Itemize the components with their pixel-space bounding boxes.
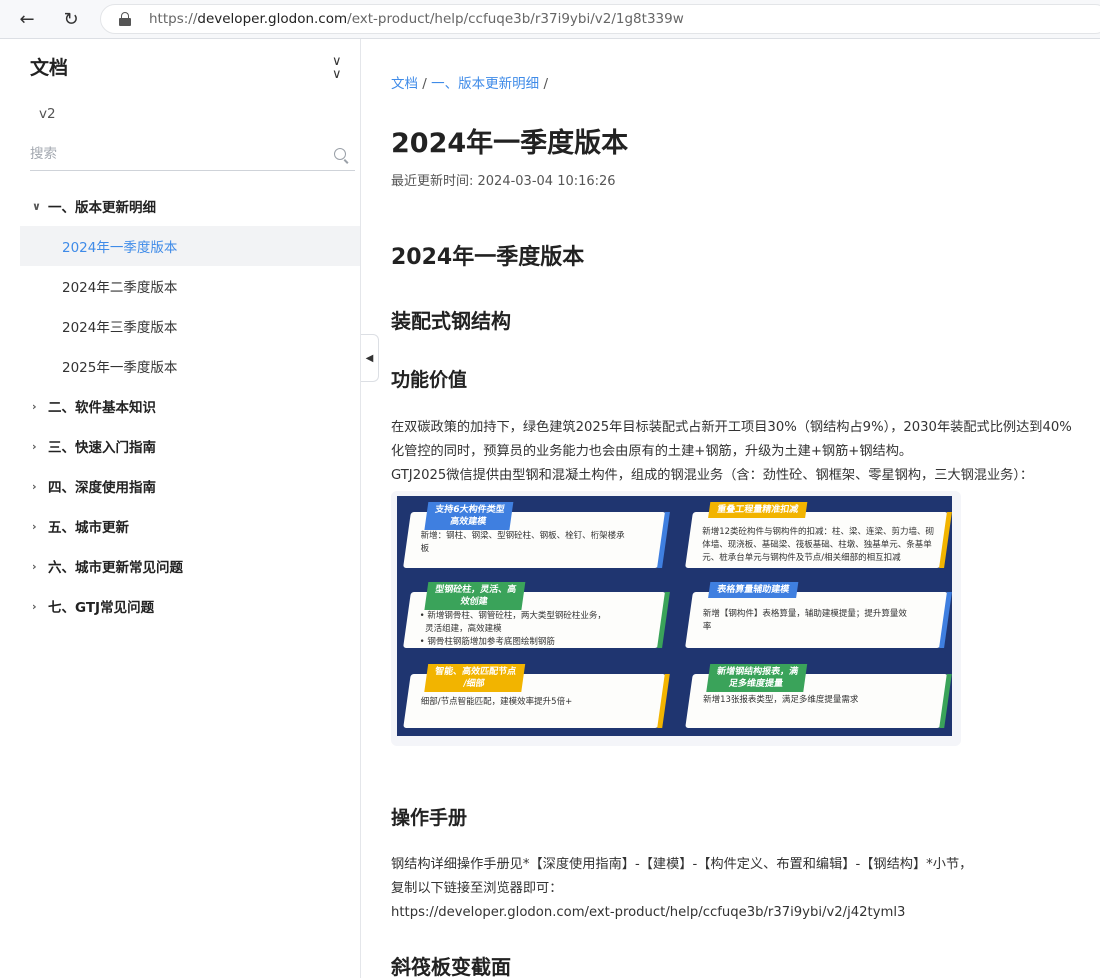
docs-sidebar: 文档 ∨∨ v2 ∨ 一、版本更新明细 2024年一季度版本 2024年二季度版…	[0, 39, 361, 978]
doc-tree: ∨ 一、版本更新明细 2024年一季度版本 2024年二季度版本 2024年三季…	[20, 186, 360, 626]
chevron-right-icon: ›	[32, 599, 37, 613]
tree-item-urban-renewal[interactable]: › 五、城市更新	[20, 506, 360, 546]
breadcrumb-separator: /	[422, 76, 427, 92]
chevron-right-icon: ›	[32, 399, 37, 413]
address-bar[interactable]: https://developer.glodon.com/ext-product…	[100, 4, 1100, 34]
card-accent	[657, 674, 670, 728]
tree-item-label: 二、软件基本知识	[48, 400, 156, 416]
page-title: 2024年一季度版本	[391, 128, 629, 159]
feature-card: 支持6大构件类型 高效建模 新增：钢柱、钢梁、型钢砼柱、钢板、栓钉、桁架楼承 板	[403, 502, 670, 568]
reload-icon[interactable]: ↻	[58, 6, 84, 32]
card-text: 新增：钢柱、钢梁、型钢砼柱、钢板、栓钉、桁架楼承 板	[420, 531, 625, 554]
card-accent	[939, 592, 952, 648]
chevron-right-icon: ›	[32, 559, 37, 573]
tree-item-2024-q1[interactable]: 2024年一季度版本	[20, 226, 360, 266]
tree-item-label: 一、版本更新明细	[48, 200, 156, 216]
chevron-down-icon: ∨	[32, 199, 41, 213]
feature-card: 表格算量辅助建模新增【钢构件】表格算量，辅助建模提量；提升算量效 率	[685, 582, 952, 648]
tree-item-label: 2025年一季度版本	[62, 360, 178, 376]
double-chevron-down-icon[interactable]: ∨ ∨	[332, 55, 342, 81]
feature-card: 型钢砼柱，灵活、高 效创建 • 新增钢骨柱、钢管砼柱，两大类型钢砼柱业务， 灵活组…	[403, 582, 670, 648]
card-tag: 型钢砼柱，灵活、高 效创建	[424, 582, 526, 610]
tree-item-label: 2024年二季度版本	[62, 280, 178, 296]
feature-figure: 支持6大构件类型 高效建模 新增：钢柱、钢梁、型钢砼柱、钢板、栓钉、桁架楼承 板重…	[391, 491, 961, 746]
caret-left-icon: ◀	[365, 352, 374, 364]
sidebar-search	[30, 139, 355, 171]
tree-item-urban-faq[interactable]: › 六、城市更新常见问题	[20, 546, 360, 586]
card-text: 新增【钢构件】表格算量，辅助建模提量；提升算量效 率	[702, 609, 907, 632]
search-input[interactable]	[30, 139, 320, 169]
card-accent	[657, 592, 670, 648]
breadcrumb-separator: /	[543, 76, 549, 92]
card-tag: 智能、高效匹配节点 /细部	[424, 664, 526, 692]
search-icon[interactable]	[334, 148, 346, 160]
breadcrumb: 文档 / 一、版本更新明细 /	[391, 72, 548, 92]
paragraph-line: 钢结构详细操作手册见*【深度使用指南】-【建模】-【构件定义、布置和编辑】-【钢…	[391, 857, 973, 872]
subsubsection-heading: 功能价值	[391, 369, 468, 391]
paragraph-line: GTJ2025微信提供由型钢和混凝土构件，组成的钢混业务（含：劲性砼、钢框架、零…	[391, 468, 1034, 483]
card-tag: 重叠工程量精准扣减	[708, 502, 808, 518]
tree-item-label: 三、快速入门指南	[48, 440, 156, 456]
paragraph-line: 复制以下链接至浏览器即可：	[391, 881, 563, 896]
browser-toolbar: ← ↻ https://developer.glodon.com/ext-pro…	[0, 0, 1100, 39]
tree-item-2024-q3[interactable]: 2024年三季度版本	[20, 306, 360, 346]
card-text: • 新增钢骨柱、钢管砼柱，两大类型钢砼柱业务， 灵活组建，高效建模 • 钢骨柱钢…	[419, 611, 606, 647]
breadcrumb-link-version-updates[interactable]: 一、版本更新明细	[431, 76, 539, 92]
chevron-right-icon: ›	[32, 479, 37, 493]
breadcrumb-link-docs[interactable]: 文档	[391, 76, 418, 92]
feature-card: 重叠工程量精准扣减新增12类砼构件与钢构件的扣减：柱、梁、连梁、剪力墙、砌 体墙…	[685, 502, 952, 568]
chevron-right-icon: ›	[32, 439, 37, 453]
tree-item-gtj-faq[interactable]: › 七、GTJ常见问题	[20, 586, 360, 626]
tree-item-label: 2024年一季度版本	[62, 240, 178, 256]
tree-item-version-updates[interactable]: ∨ 一、版本更新明细	[20, 186, 360, 226]
last-updated: 最近更新时间: 2024-03-04 10:16:26	[391, 174, 616, 189]
card-accent	[939, 512, 952, 568]
tree-item-quickstart[interactable]: › 三、快速入门指南	[20, 426, 360, 466]
card-accent	[939, 674, 952, 728]
tree-item-2025-q1[interactable]: 2025年一季度版本	[20, 346, 360, 386]
card-text: 新增13张报表类型，满足多维度提量需求	[703, 695, 859, 705]
tree-item-label: 四、深度使用指南	[48, 480, 156, 496]
lock-icon	[119, 12, 131, 26]
card-text: 新增12类砼构件与钢构件的扣减：柱、梁、连梁、剪力墙、砌 体墙、现浇板、基础梁、…	[702, 527, 935, 563]
card-accent	[657, 512, 670, 568]
feature-card: 智能、高效匹配节点 /细部细部/节点智能匹配，建模效率提升5倍+	[403, 664, 670, 728]
operation-manual-heading: 操作手册	[391, 807, 468, 829]
paragraph-line: 在双碳政策的加持下，绿色建筑2025年目标装配式占新开工项目30%（钢结构占9%…	[391, 420, 1072, 435]
tree-item-basics[interactable]: › 二、软件基本知识	[20, 386, 360, 426]
tree-item-label: 六、城市更新常见问题	[48, 560, 183, 576]
url-text: https://developer.glodon.com/ext-product…	[149, 11, 684, 27]
feature-card: 新增钢结构报表，满 足多维度提量新增13张报表类型，满足多维度提量需求	[685, 664, 952, 728]
tree-item-label: 五、城市更新	[48, 520, 129, 536]
version-selector[interactable]: v2	[39, 106, 56, 122]
doc-content: 文档 / 一、版本更新明细 / 2024年一季度版本 最近更新时间: 2024-…	[391, 39, 1100, 978]
sidebar-title: 文档	[30, 57, 69, 79]
subsection-heading: 装配式钢结构	[391, 309, 511, 333]
next-section-heading: 斜筏板变截面	[391, 955, 511, 978]
card-tag: 支持6大构件类型 高效建模	[424, 502, 514, 530]
back-arrow-icon[interactable]: ←	[14, 6, 40, 32]
tree-item-2024-q2[interactable]: 2024年二季度版本	[20, 266, 360, 306]
paragraph-line: 化管控的同时，预算员的业务能力也会由原有的土建+钢筋，升级为土建+钢筋+钢结构。	[391, 444, 913, 459]
section-heading: 2024年一季度版本	[391, 245, 585, 270]
feature-infographic: 支持6大构件类型 高效建模 新增：钢柱、钢梁、型钢砼柱、钢板、栓钉、桁架楼承 板重…	[397, 496, 952, 736]
manual-link[interactable]: https://developer.glodon.com/ext-product…	[391, 901, 905, 925]
tree-item-label: 2024年三季度版本	[62, 320, 178, 336]
sidebar-collapse-handle[interactable]: ◀	[361, 334, 379, 382]
card-tag: 新增钢结构报表，满 足多维度提量	[706, 664, 808, 692]
card-text: 细部/节点智能匹配，建模效率提升5倍+	[420, 697, 573, 707]
tree-item-advanced[interactable]: › 四、深度使用指南	[20, 466, 360, 506]
tree-item-label: 七、GTJ常见问题	[48, 600, 155, 616]
chevron-right-icon: ›	[32, 519, 37, 533]
card-tag: 表格算量辅助建模	[708, 582, 799, 598]
